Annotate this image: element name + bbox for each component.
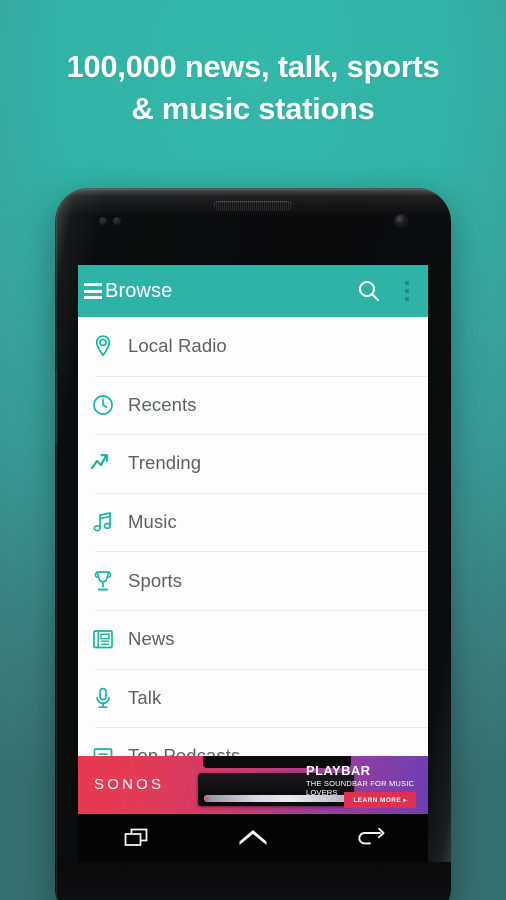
android-navigation-bar bbox=[78, 814, 428, 862]
search-icon[interactable] bbox=[354, 276, 384, 306]
front-camera-icon bbox=[395, 215, 407, 227]
list-item-label: Recents bbox=[128, 393, 197, 415]
proximity-sensor-icon bbox=[99, 217, 107, 225]
hamburger-menu-icon[interactable] bbox=[84, 283, 102, 299]
list-item-sports[interactable]: Sports bbox=[78, 551, 428, 610]
app-toolbar: Browse bbox=[78, 265, 428, 317]
earpiece-speaker-icon bbox=[214, 201, 292, 210]
phone-mockup: Browse Local Radio Recents Trending Musi… bbox=[55, 188, 451, 900]
list-item-talk[interactable]: Talk bbox=[78, 668, 428, 728]
ad-banner[interactable]: SONOS PLAYBAR THE SOUNDBAR FOR MUSIC LOV… bbox=[78, 756, 428, 814]
light-sensor-icon bbox=[113, 217, 121, 225]
list-item-label: Sports bbox=[128, 569, 183, 591]
list-item-label: News bbox=[128, 628, 175, 650]
list-item-label: Trending bbox=[128, 452, 202, 474]
promo-poster: 100,000 news, talk, sports & music stati… bbox=[0, 0, 506, 900]
location-pin-icon bbox=[78, 334, 128, 358]
overflow-menu-icon[interactable] bbox=[398, 279, 416, 303]
music-note-icon bbox=[78, 510, 128, 534]
ad-learn-more-button[interactable]: LEARN MORE ▸ bbox=[344, 792, 416, 808]
trending-chart-icon bbox=[78, 452, 128, 474]
list-item-label: Music bbox=[128, 511, 177, 533]
headline-line-1: 100,000 news, talk, sports bbox=[66, 49, 440, 84]
browse-list: Local Radio Recents Trending Music Sport… bbox=[78, 317, 428, 814]
list-item-recents[interactable]: Recents bbox=[78, 375, 428, 435]
list-item-local-radio[interactable]: Local Radio bbox=[78, 317, 428, 376]
volume-button[interactable] bbox=[55, 370, 58, 444]
list-item-music[interactable]: Music bbox=[78, 492, 428, 552]
home-icon[interactable] bbox=[226, 818, 280, 858]
trophy-icon bbox=[78, 569, 128, 593]
list-item-label: Local Radio bbox=[128, 335, 227, 357]
ad-brand-label: SONOS bbox=[94, 776, 165, 793]
headline-line-2: & music stations bbox=[131, 91, 375, 126]
back-icon[interactable] bbox=[343, 818, 397, 858]
clock-icon bbox=[78, 393, 128, 417]
microphone-icon bbox=[78, 686, 128, 710]
list-item-news[interactable]: News bbox=[78, 609, 428, 669]
recents-icon[interactable] bbox=[109, 818, 163, 858]
list-item-trending[interactable]: Trending bbox=[78, 434, 428, 493]
toolbar-title: Browse bbox=[105, 279, 173, 302]
ad-title: PLAYBAR bbox=[306, 763, 371, 778]
page-title: 100,000 news, talk, sports & music stati… bbox=[0, 46, 506, 130]
newspaper-icon bbox=[78, 628, 128, 650]
list-item-label: Talk bbox=[128, 686, 162, 708]
phone-bottom-bezel bbox=[55, 862, 451, 900]
phone-screen: Browse Local Radio Recents Trending Musi… bbox=[78, 265, 428, 814]
